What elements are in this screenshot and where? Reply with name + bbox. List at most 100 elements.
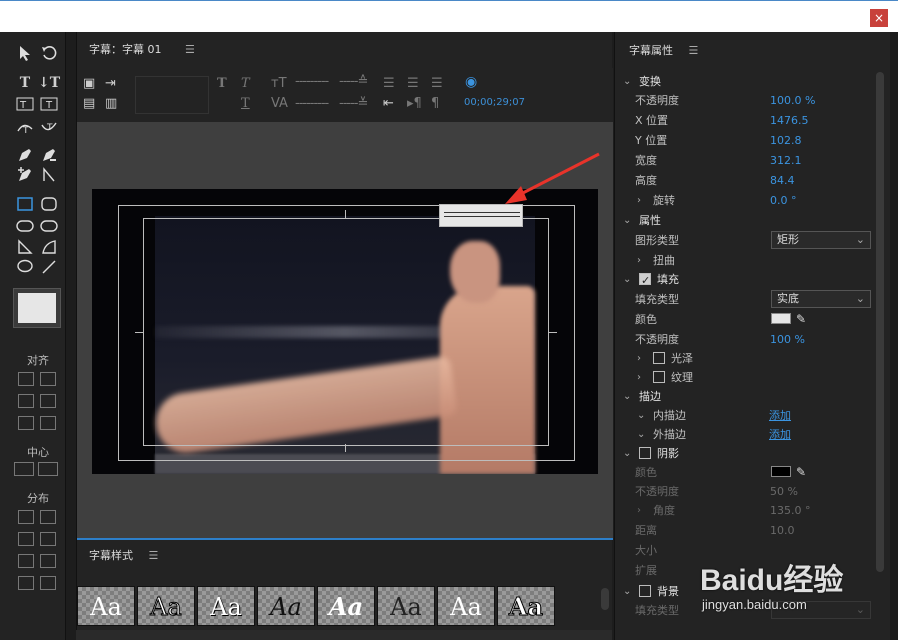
distribute-vertical-icon[interactable]: [40, 576, 56, 590]
pen-tool-icon[interactable]: [14, 146, 36, 164]
shadow-angle-value[interactable]: 135.0 °: [770, 501, 811, 520]
height-value[interactable]: 84.4: [770, 171, 795, 190]
new-title-icon[interactable]: ▥: [105, 96, 117, 111]
title-properties-tab[interactable]: 字幕属性: [629, 44, 673, 57]
add-anchor-tool-icon[interactable]: [14, 166, 36, 184]
distribute-top-icon[interactable]: [40, 532, 56, 546]
rectangle-shape-object[interactable]: [439, 204, 523, 227]
shadow-section[interactable]: ⌄ 阴影: [615, 444, 877, 463]
shape-type-dropdown[interactable]: 矩形 ⌄: [771, 231, 871, 249]
shadow-angle-row[interactable]: › 角度 135.0 °: [615, 501, 877, 520]
tab-stops-icon[interactable]: ⇥: [105, 76, 116, 91]
vertical-area-type-tool-icon[interactable]: T: [38, 96, 60, 114]
font-size-icon[interactable]: ᴛT: [271, 76, 287, 91]
selection-tool-icon[interactable]: [14, 44, 36, 62]
texture-row[interactable]: › 纹理: [615, 368, 877, 387]
y-position-value[interactable]: 102.8: [770, 131, 802, 150]
fill-type-dropdown[interactable]: 实底 ⌄: [771, 290, 871, 308]
style-swatch[interactable]: [13, 288, 61, 328]
outer-stroke-row[interactable]: ⌄ 外描边 添加: [615, 425, 877, 444]
paragraph-icon[interactable]: ¶: [431, 96, 439, 111]
kerning-icon[interactable]: VA: [271, 96, 288, 111]
underline-icon[interactable]: T: [241, 96, 250, 111]
texture-checkbox[interactable]: [653, 371, 665, 383]
roll-crawl-options-icon[interactable]: ▣: [83, 76, 95, 91]
ellipse-tool-icon[interactable]: [14, 258, 36, 276]
delete-anchor-tool-icon[interactable]: [38, 146, 60, 164]
distribute-horizontal-icon[interactable]: [18, 576, 34, 590]
style-tile[interactable]: Aa: [137, 586, 195, 626]
font-family-select[interactable]: [135, 76, 209, 114]
eyedropper-icon[interactable]: ✎: [796, 310, 806, 329]
clipped-corner-rectangle-tool-icon[interactable]: [14, 218, 36, 236]
line-tool-icon[interactable]: [38, 258, 60, 276]
baseline-shift-icon[interactable]: ⇤: [383, 96, 394, 111]
rotation-value[interactable]: 0.0 °: [770, 191, 797, 210]
distribute-center-v-icon[interactable]: [18, 554, 34, 568]
inner-stroke-row[interactable]: ⌄ 内描边 添加: [615, 406, 877, 425]
align-center-h-icon[interactable]: [40, 372, 56, 386]
shadow-checkbox[interactable]: [639, 447, 651, 459]
eyedropper-icon[interactable]: ✎: [796, 463, 806, 482]
style-tile[interactable]: Aa: [437, 586, 495, 626]
title-styles-tab[interactable]: 字幕样式: [89, 549, 133, 562]
fill-checkbox[interactable]: [639, 271, 651, 290]
rounded-rectangle-tool-icon[interactable]: [38, 196, 60, 214]
style-tile[interactable]: Aa: [377, 586, 435, 626]
vertical-type-tool-icon[interactable]: ↓T: [38, 74, 60, 92]
align-right-icon[interactable]: [18, 394, 34, 408]
style-tile[interactable]: Aa: [317, 586, 375, 626]
title-editor-tab[interactable]: 字幕：字幕 01: [89, 43, 162, 56]
rectangle-tool-icon[interactable]: [14, 196, 36, 214]
hamburger-icon[interactable]: ☰: [185, 43, 195, 56]
sheen-checkbox[interactable]: [653, 352, 665, 364]
template-icon[interactable]: ▤: [83, 96, 95, 111]
kerning-field-icon[interactable]: ---------: [295, 96, 329, 111]
sheen-row[interactable]: › 光泽: [615, 349, 877, 368]
wedge-tool-icon[interactable]: [14, 238, 36, 256]
align-text-left-icon[interactable]: ☰: [383, 76, 395, 91]
shadow-distance-value[interactable]: 10.0: [770, 521, 795, 540]
add-outer-stroke-link[interactable]: 添加: [769, 425, 791, 444]
convert-anchor-tool-icon[interactable]: [38, 166, 60, 184]
font-size-field-icon[interactable]: ---------: [295, 74, 329, 89]
title-canvas[interactable]: [77, 122, 613, 540]
rounded-corner-rectangle-tool-icon[interactable]: [38, 218, 60, 236]
distort-row[interactable]: › 扭曲: [615, 251, 877, 270]
close-button[interactable]: ×: [870, 9, 888, 27]
arc-tool-icon[interactable]: [38, 238, 60, 256]
rotate-tool-icon[interactable]: [38, 44, 60, 62]
styles-scrollbar[interactable]: [601, 588, 609, 610]
vertical-path-type-tool-icon[interactable]: T: [38, 118, 60, 136]
background-checkbox[interactable]: [639, 585, 651, 597]
style-tile[interactable]: Aa: [497, 586, 555, 626]
style-tile[interactable]: Aa: [77, 586, 135, 626]
tracking-icon[interactable]: -----≚: [339, 96, 368, 111]
stroke-section[interactable]: ⌄ 描边: [615, 387, 877, 406]
timecode-display[interactable]: 00;00;29;07: [464, 97, 525, 108]
distribute-right-icon[interactable]: [18, 532, 34, 546]
align-text-right-icon[interactable]: ☰: [431, 76, 443, 91]
align-bottom-icon[interactable]: [40, 416, 56, 430]
fill-color-swatch[interactable]: [771, 313, 791, 324]
show-background-video-icon[interactable]: ◉: [465, 74, 477, 90]
properties-scrollbar[interactable]: [876, 72, 884, 572]
indent-icon[interactable]: ▸¶: [407, 96, 422, 111]
transform-section[interactable]: ⌄ 变换: [615, 72, 877, 91]
fill-opacity-value[interactable]: 100 %: [770, 330, 805, 349]
center-vertical-icon[interactable]: [38, 462, 58, 476]
rotation-row[interactable]: › 旋转 0.0 °: [615, 191, 877, 210]
path-type-tool-icon[interactable]: T: [14, 118, 36, 136]
style-tile[interactable]: Aa: [257, 586, 315, 626]
align-text-center-icon[interactable]: ☰: [407, 76, 419, 91]
distribute-bottom-icon[interactable]: [40, 554, 56, 568]
x-position-value[interactable]: 1476.5: [770, 111, 809, 130]
properties-menu-icon[interactable]: ☰: [689, 44, 699, 57]
distribute-left-icon[interactable]: [18, 510, 34, 524]
shadow-opacity-value[interactable]: 50 %: [770, 482, 798, 501]
distribute-center-h-icon[interactable]: [40, 510, 56, 524]
attributes-section[interactable]: ⌄ 属性: [615, 211, 877, 230]
area-type-tool-icon[interactable]: T: [14, 96, 36, 114]
type-tool-icon[interactable]: T: [14, 74, 36, 92]
opacity-value[interactable]: 100.0 %: [770, 91, 815, 110]
